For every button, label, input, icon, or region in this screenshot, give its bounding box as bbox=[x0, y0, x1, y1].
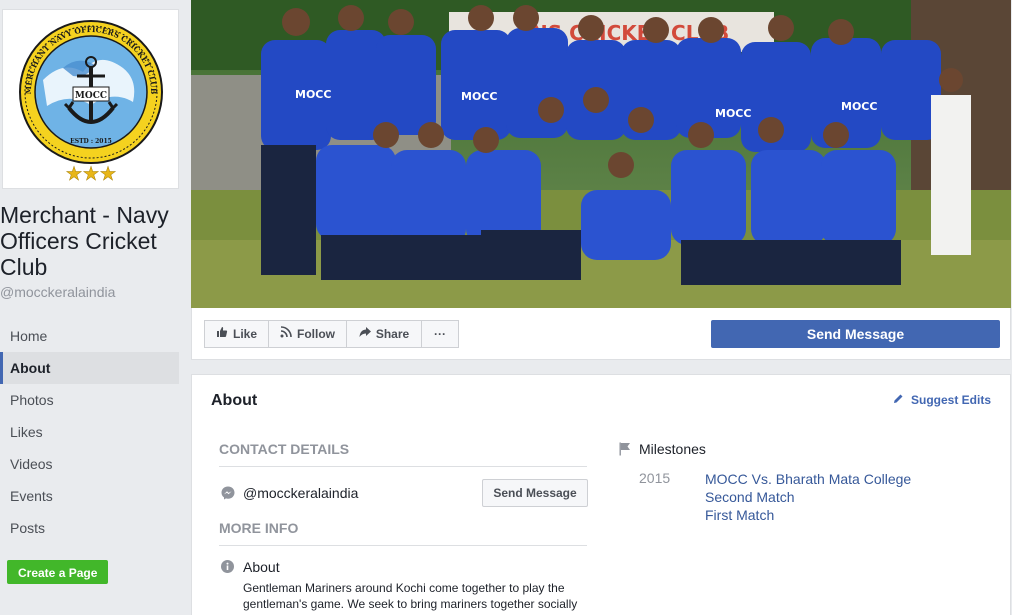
suggest-edits-link[interactable]: Suggest Edits bbox=[893, 393, 991, 407]
logo-estd-text: ESTD : 2015 bbox=[70, 138, 112, 145]
share-arrow-icon bbox=[359, 321, 371, 347]
send-message-button[interactable]: Send Message bbox=[711, 320, 1000, 348]
left-column: MOCC MERCHANT NAVY OFFICERS CRICKET CLUB… bbox=[0, 0, 190, 615]
milestones-list: MOCC Vs. Bharath Mata College Second Mat… bbox=[705, 470, 911, 524]
share-button[interactable]: Share bbox=[346, 320, 422, 348]
nav-item-posts[interactable]: Posts bbox=[0, 512, 179, 544]
thumbs-up-icon bbox=[216, 321, 228, 347]
follow-button[interactable]: Follow bbox=[268, 320, 347, 348]
jersey-label: MOCC bbox=[461, 90, 497, 103]
logo-center-text: MOCC bbox=[75, 91, 107, 101]
nav-item-photos[interactable]: Photos bbox=[0, 384, 179, 416]
milestones-header: Milestones bbox=[639, 441, 706, 457]
messenger-icon bbox=[221, 486, 235, 505]
more-options-button[interactable]: ··· bbox=[421, 320, 459, 348]
nav-item-likes[interactable]: Likes bbox=[0, 416, 179, 448]
milestone-link[interactable]: MOCC Vs. Bharath Mata College bbox=[705, 470, 911, 488]
page-handle[interactable]: @mocckeralaindia bbox=[0, 284, 115, 300]
contact-details-header: CONTACT DETAILS bbox=[219, 441, 587, 467]
jersey-label: MOCC bbox=[715, 107, 751, 120]
pencil-icon bbox=[893, 393, 907, 407]
share-label: Share bbox=[375, 327, 410, 341]
milestone-link[interactable]: First Match bbox=[705, 506, 911, 524]
suggest-edits-label: Suggest Edits bbox=[910, 393, 991, 407]
milestone-link[interactable]: Second Match bbox=[705, 488, 911, 506]
about-description: Gentleman Mariners around Kochi come tog… bbox=[243, 581, 578, 611]
milestone-year: 2015 bbox=[639, 470, 671, 486]
info-icon bbox=[221, 560, 234, 578]
like-label: Like bbox=[232, 327, 257, 341]
rss-icon bbox=[280, 321, 292, 347]
follow-label: Follow bbox=[297, 327, 335, 341]
logo-stars: ★★★ bbox=[65, 163, 116, 185]
create-page-button[interactable]: Create a Page bbox=[7, 560, 109, 584]
cover-photo-image: ...ANS CRICKET CLUB MOCC MOCC MOCC MOCC bbox=[191, 0, 1011, 308]
jersey-label: MOCC bbox=[295, 88, 331, 101]
cover-photo[interactable]: ...ANS CRICKET CLUB MOCC MOCC MOCC MOCC bbox=[191, 0, 1011, 308]
page-name[interactable]: Merchant - Navy Officers Cricket Club bbox=[0, 202, 190, 280]
nav-item-events[interactable]: Events bbox=[0, 480, 179, 512]
contact-handle[interactable]: @mocckeralaindia bbox=[243, 485, 358, 501]
about-card: About Suggest Edits CONTACT DETAILS @moc… bbox=[191, 374, 1011, 615]
contact-send-message-button[interactable]: Send Message bbox=[482, 479, 588, 507]
profile-picture[interactable]: MOCC MERCHANT NAVY OFFICERS CRICKET CLUB… bbox=[2, 9, 179, 189]
like-button[interactable]: Like bbox=[204, 320, 269, 348]
nav-item-videos[interactable]: Videos bbox=[0, 448, 179, 480]
nav-item-home[interactable]: Home bbox=[0, 320, 179, 352]
more-info-header: MORE INFO bbox=[219, 520, 587, 546]
flag-icon bbox=[619, 442, 631, 461]
left-nav: Home About Photos Likes Videos Events Po… bbox=[0, 320, 179, 544]
nav-item-about[interactable]: About bbox=[0, 352, 179, 384]
about-info-label: About bbox=[243, 559, 280, 575]
about-card-title: About bbox=[211, 392, 258, 409]
page-action-bar: Like Follow Share ··· Send Message bbox=[191, 308, 1011, 360]
jersey-label: MOCC bbox=[841, 100, 877, 113]
club-logo: MOCC MERCHANT NAVY OFFICERS CRICKET CLUB… bbox=[19, 20, 163, 185]
